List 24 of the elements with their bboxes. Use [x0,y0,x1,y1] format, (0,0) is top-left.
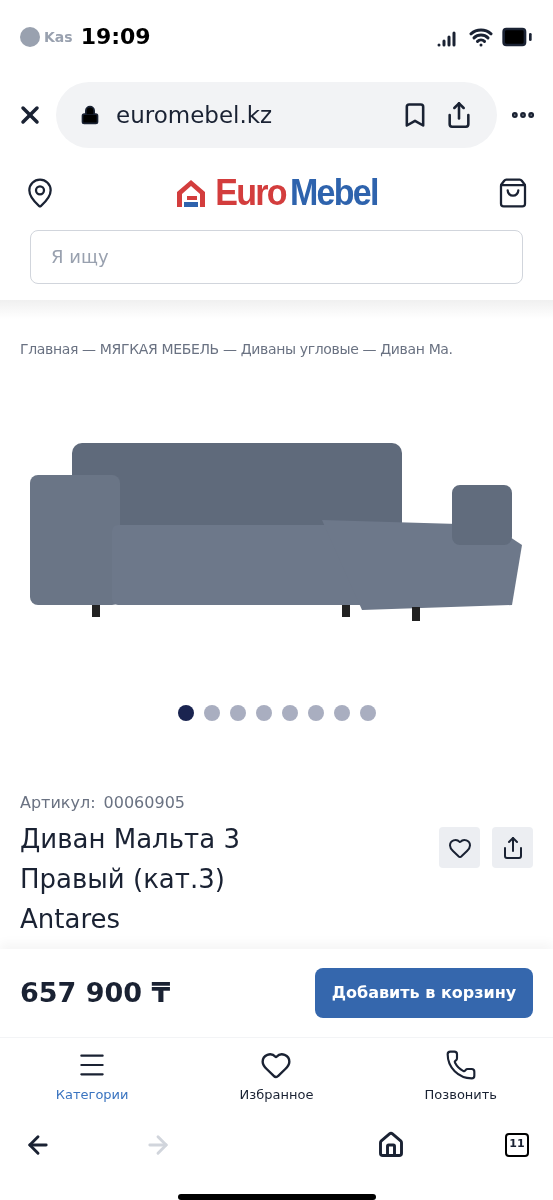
address-bar[interactable]: euromebel.kz [56,81,497,148]
house-logo-icon [175,177,208,208]
share-icon[interactable] [445,100,473,129]
brand-logo[interactable]: EuroMebel [215,164,378,221]
url-text: euromebel.kz [116,100,274,130]
nav-item[interactable]: Категории [37,1049,148,1105]
article-number: 00060905 [103,792,185,815]
shopping-bag-icon[interactable] [497,176,529,209]
breadcrumb: Главная — МЯГКАЯ МЕБЕЛЬ — Диваны угловые — Диван Ма. [20,341,453,358]
product-price: 657 900 ₸ [20,975,171,1010]
home-icon[interactable] [377,1130,405,1159]
nav-item[interactable]: Избранное [221,1049,332,1105]
phone-icon [444,1049,477,1081]
tabs-button[interactable]: 11 [505,1132,529,1157]
nav-item[interactable]: Позвонить [405,1049,516,1105]
add-to-cart-button[interactable]: Добавить в корзину [315,968,533,1019]
app-back-icon[interactable] [20,26,40,47]
status-time: 19:09 [80,23,151,52]
product-title: Диван Мальта 3 Правый (кат.3) Antares [20,823,241,937]
lock-icon [80,104,100,125]
favorite-button[interactable] [439,827,480,869]
share-button[interactable] [492,827,533,869]
search-field[interactable]: Я ищу [30,229,523,284]
article-label: Артикул: [20,792,96,815]
